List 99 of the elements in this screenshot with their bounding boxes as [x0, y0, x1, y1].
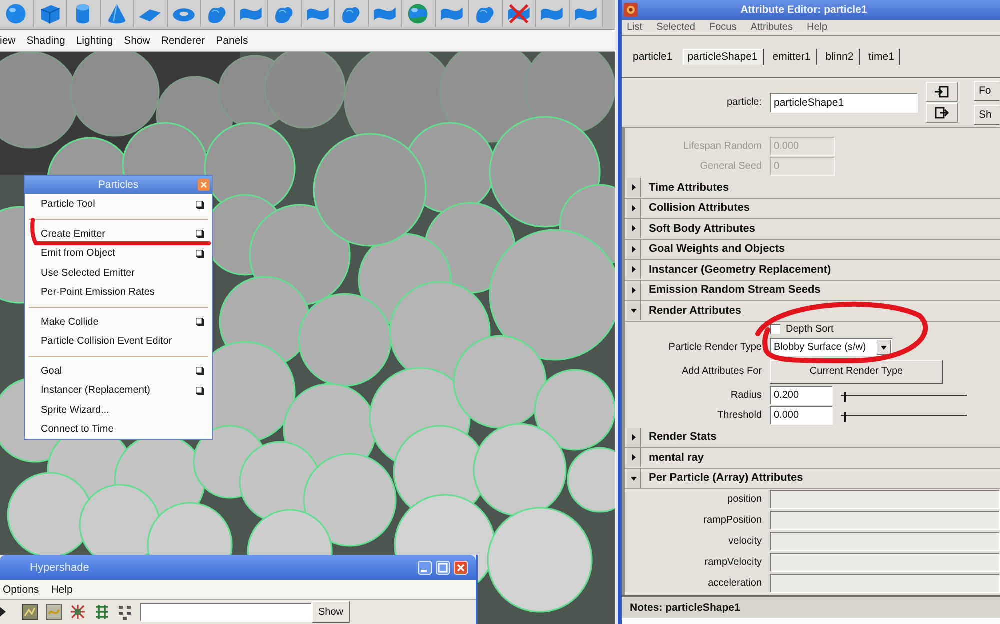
menu-item[interactable]: Help	[806, 22, 828, 33]
arrow-out-of-box-icon	[935, 107, 949, 119]
menu-item[interactable]: Use Selected Emitter	[41, 266, 208, 280]
render-type-button[interactable]: Current Render Type	[770, 360, 943, 384]
menu-item[interactable]: List	[627, 22, 643, 33]
minimize-icon[interactable]	[418, 560, 432, 574]
field-label: particle:	[726, 97, 762, 108]
dots-grid-icon[interactable]	[118, 604, 134, 620]
field-label: acceleration	[707, 578, 762, 589]
section-header[interactable]: Soft Body Attributes	[625, 219, 1000, 240]
array-field[interactable]	[770, 490, 1000, 509]
option-box-icon[interactable]	[196, 230, 204, 238]
section-header[interactable]: Instancer (Geometry Replacement)	[625, 260, 1000, 280]
section-header[interactable]: Time Attributes	[625, 178, 1000, 198]
option-box-icon[interactable]	[196, 318, 204, 326]
window-title: Hypershade	[30, 562, 90, 574]
crossed-surface-icon[interactable]	[506, 2, 532, 26]
field-label: Add Attributes For	[680, 366, 762, 377]
slider-thumb[interactable]	[844, 392, 846, 402]
app-icon	[624, 3, 638, 17]
section-header[interactable]: Emission Random Stream Seeds	[625, 280, 1000, 301]
menu-item[interactable]: Emit from Object	[41, 246, 208, 261]
option-box-icon[interactable]	[196, 386, 204, 395]
option-box-icon[interactable]	[196, 250, 204, 258]
tab[interactable]: emitter1	[768, 48, 817, 64]
number-field: 0.000	[770, 136, 835, 156]
caret-icon	[877, 340, 891, 355]
arrow-icon[interactable]	[0, 607, 6, 617]
menu-item[interactable]: Focus	[709, 22, 737, 33]
field-label: rampPosition	[702, 515, 762, 526]
checkbox[interactable]	[770, 324, 781, 335]
menu-item[interactable]: Connect to Time	[41, 422, 208, 437]
notes-bar: Notes: particleShape1	[622, 595, 1000, 618]
field-label: General Seed	[699, 160, 762, 172]
menu-item[interactable]: Make Collide	[41, 315, 208, 330]
tab[interactable]: time1	[864, 48, 900, 64]
number-field[interactable]: 0.200	[770, 386, 833, 405]
tab[interactable]: blinn2	[820, 48, 860, 64]
tile-icon[interactable]	[46, 604, 62, 620]
menu-item[interactable]: Renderer	[161, 34, 206, 46]
menu-item[interactable]: Attributes	[750, 22, 793, 33]
close-icon[interactable]	[454, 560, 468, 574]
array-field[interactable]	[770, 574, 1000, 593]
menu-item[interactable]: Help	[51, 584, 73, 596]
menu-item[interactable]: Shading	[26, 34, 66, 46]
node-name-field[interactable]: particleShape1	[770, 92, 918, 112]
section-header[interactable]: Collision Attributes	[625, 198, 1000, 219]
field-label: Threshold	[716, 410, 762, 421]
show-button[interactable]: Show	[312, 601, 350, 623]
close-icon[interactable]	[198, 179, 210, 191]
number-field: 0	[770, 156, 835, 176]
section-header[interactable]: Per Particle (Array) Attributes	[625, 468, 1000, 489]
tile-icon[interactable]	[22, 604, 38, 620]
section-header[interactable]: Render Stats	[625, 428, 1000, 448]
field-label: velocity	[728, 536, 762, 547]
dropdown[interactable]: Blobby Surface (s/w)	[770, 338, 893, 357]
number-field[interactable]: 0.000	[770, 406, 833, 425]
menu-item[interactable]: Options	[3, 584, 40, 596]
icon-button[interactable]	[926, 82, 958, 102]
slider-thumb[interactable]	[844, 412, 846, 422]
menu-item[interactable]: Selected	[656, 22, 696, 33]
option-box-icon[interactable]	[196, 200, 204, 209]
array-field[interactable]	[770, 553, 1000, 572]
option-box-icon[interactable]	[196, 367, 204, 376]
maximize-icon[interactable]	[436, 560, 450, 574]
icon-button[interactable]	[926, 103, 958, 123]
graph-icon[interactable]	[70, 604, 86, 620]
notes-field[interactable]	[622, 618, 1000, 624]
menu-item[interactable]: Show	[124, 34, 150, 46]
graph-icon[interactable]	[94, 604, 110, 620]
array-field[interactable]	[770, 511, 1000, 530]
menu-item[interactable]: Goal	[41, 364, 208, 378]
field-label: Radius	[730, 390, 762, 401]
window-title: Particles	[98, 179, 139, 191]
array-field[interactable]	[770, 532, 1000, 551]
tab[interactable]: particleShape1	[682, 48, 764, 64]
tab[interactable]: particle1	[628, 48, 679, 64]
checkbox-label[interactable]: Depth Sort	[786, 324, 834, 335]
menu-item[interactable]: Panels	[216, 34, 248, 46]
side-button[interactable]: Sh	[974, 104, 1000, 124]
window-title: Attribute Editor: particle1	[740, 4, 868, 16]
arrow-into-box-icon	[935, 86, 949, 98]
menu-item[interactable]: Create Emitter	[41, 227, 208, 242]
text-field[interactable]	[140, 602, 312, 622]
menu-item[interactable]: Instancer (Replacement)	[41, 384, 208, 398]
menu-item[interactable]: Particle Collision Event Editor	[41, 334, 208, 349]
menu-item[interactable]: iew	[0, 34, 16, 46]
section-header[interactable]: Goal Weights and Objects	[625, 240, 1000, 260]
field-label: rampVelocity	[704, 557, 762, 568]
section-header[interactable]: Render Attributes	[625, 301, 1000, 322]
section-header[interactable]: mental ray	[625, 448, 1000, 468]
side-button[interactable]: Fo	[974, 80, 1000, 100]
menu-item[interactable]: Sprite Wizard...	[41, 403, 208, 418]
field-label: Lifespan Random	[682, 140, 762, 152]
menu-item[interactable]: Lighting	[76, 34, 114, 46]
menu-item[interactable]: Particle Tool	[41, 198, 208, 212]
field-label: Particle Render Type	[668, 342, 762, 353]
field-label: position	[726, 494, 762, 505]
menu-item[interactable]: Per-Point Emission Rates	[41, 286, 208, 300]
